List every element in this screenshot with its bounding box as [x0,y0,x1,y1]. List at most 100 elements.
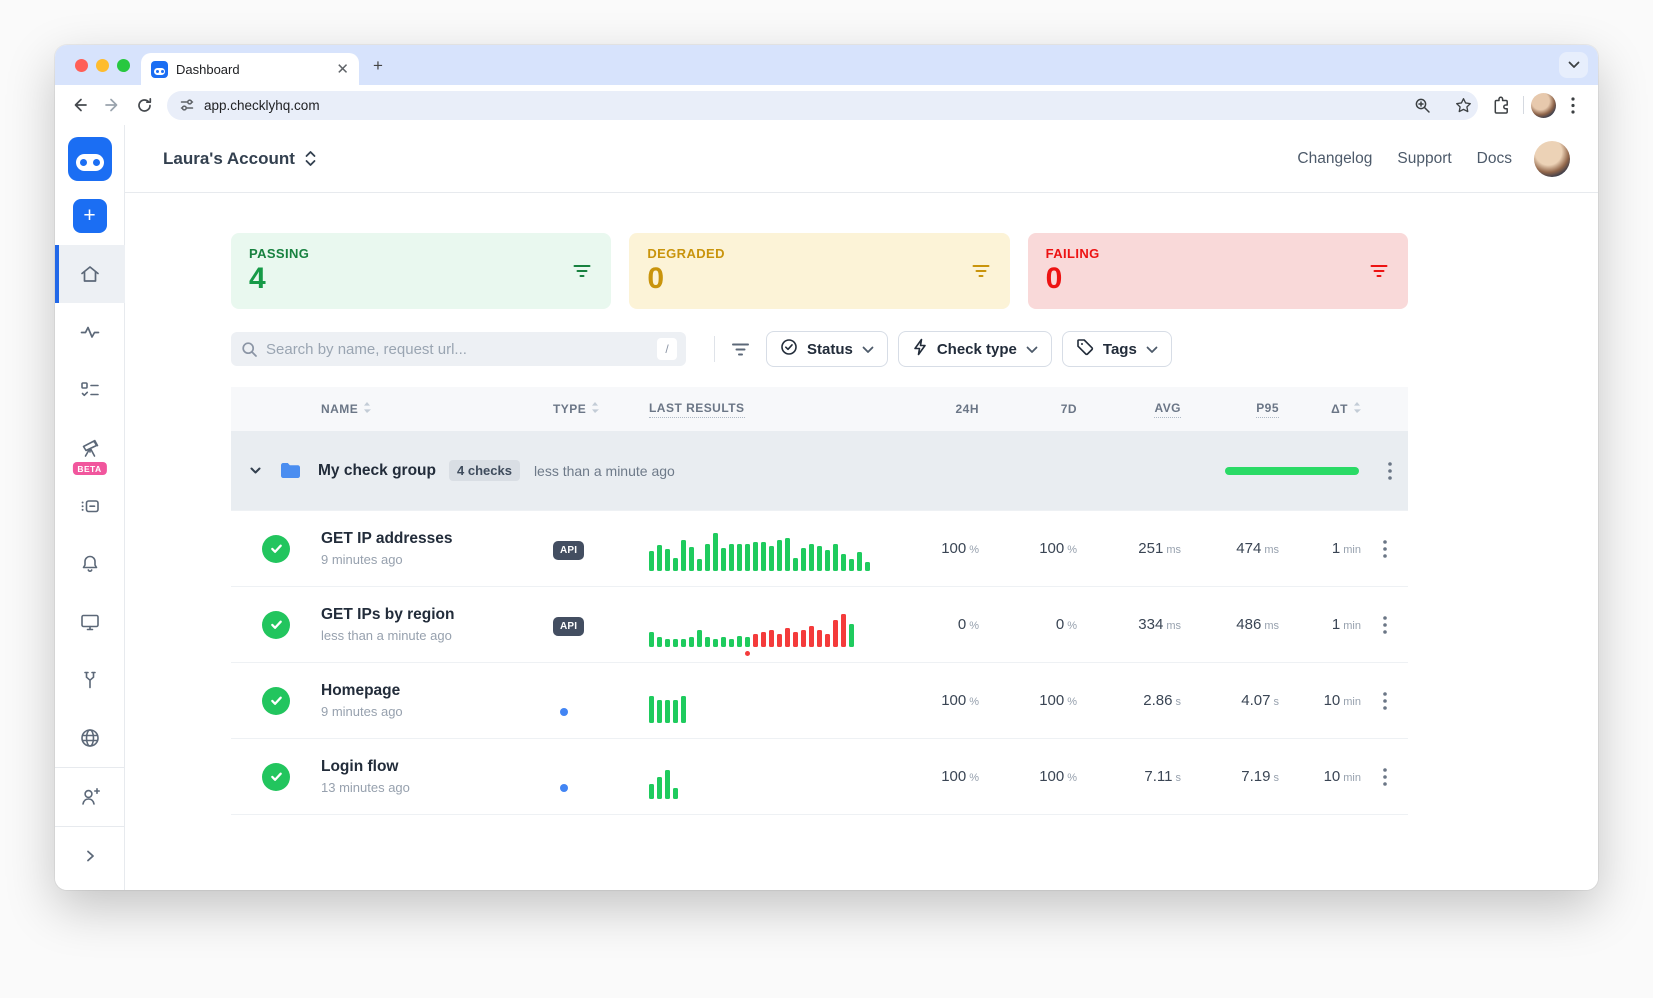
bookmark-star-icon[interactable] [1455,97,1472,114]
group-collapse-icon[interactable] [248,463,263,478]
zoom-window-button[interactable] [117,59,130,72]
column-header-24h[interactable]: 24H [901,402,979,416]
metric-value: 334 [1138,616,1163,633]
table-row-check[interactable]: Homepage9 minutes ago100%100%2.86s4.07s1… [231,662,1408,738]
column-label: LAST RESULTS [649,401,745,418]
status-circle-check-icon [780,338,798,360]
result-bar [697,559,702,571]
filter-icon[interactable] [972,264,990,283]
sidebar-item-explore-beta[interactable]: BETA [55,419,125,477]
results-sparkline[interactable] [649,755,901,799]
sidebar-item-dashboards[interactable] [55,593,125,651]
extensions-icon[interactable] [1486,90,1516,120]
sort-arrows-icon[interactable] [363,401,371,414]
filter-button-status[interactable]: Status [766,331,888,367]
result-bar [753,634,758,647]
user-avatar[interactable] [1534,141,1570,177]
globe-icon [79,727,101,749]
column-header-δt[interactable]: ΔT [1279,401,1361,417]
search-input[interactable] [266,341,649,358]
browser-window: Dashboard ✕ + app.checklyhq.com + [55,45,1598,890]
column-header-avg[interactable]: AVG [1077,401,1181,418]
status-card-degraded[interactable]: DEGRADED0 [629,233,1009,309]
column-header-type[interactable]: TYPE [553,401,649,417]
header-nav-link[interactable]: Docs [1477,150,1512,168]
create-new-button[interactable]: + [73,199,107,233]
tab-title: Dashboard [176,62,328,77]
sidebar-collapse-button[interactable] [55,827,125,885]
group-menu-icon[interactable] [1388,462,1392,485]
browser-profile-avatar[interactable] [1531,93,1556,118]
check-updated-text: 9 minutes ago [321,552,553,567]
result-bar [673,639,678,647]
browser-tab[interactable]: Dashboard ✕ [141,53,359,85]
avg-cell: 251ms [1077,540,1181,558]
table-row-check[interactable]: GET IPs by regionless than a minute agoA… [231,586,1408,662]
table-row-check[interactable]: GET IP addresses9 minutes agoAPI100%100%… [231,510,1408,586]
back-button[interactable] [65,90,95,120]
browser-menu-icon[interactable] [1558,90,1588,120]
sidebar-item-status-pages[interactable] [55,477,125,535]
check-group-row[interactable]: My check group 4 checks less than a minu… [231,431,1408,510]
sort-arrows-icon[interactable] [1353,401,1361,414]
row-menu-icon [1383,540,1387,558]
tab-search-button[interactable] [1559,52,1588,78]
name-cell[interactable]: Login flow13 minutes ago [321,758,553,795]
status-card-failing[interactable]: FAILING0 [1028,233,1408,309]
telescope-icon [79,437,101,459]
forward-button[interactable] [97,90,127,120]
name-cell[interactable]: GET IP addresses 9 minutes ago [321,530,553,567]
filter-icon[interactable] [1370,264,1388,283]
folder-icon [280,462,301,479]
checkly-logo[interactable] [68,137,112,181]
metric-unit: % [1067,696,1077,708]
site-settings-icon[interactable] [179,97,195,113]
filter-funnel-icon[interactable] [731,342,750,357]
column-header-p95[interactable]: P95 [1181,401,1279,418]
reload-button[interactable] [129,90,159,120]
results-sparkline[interactable] [649,603,901,647]
sidebar-item-invite-user[interactable] [55,768,125,826]
column-header-name[interactable]: NAME [321,401,553,417]
row-menu-button[interactable] [1361,616,1408,634]
status-cell [231,535,321,563]
search-box[interactable]: / [231,332,686,366]
results-sparkline[interactable] [649,527,901,571]
account-switcher[interactable]: Laura's Account [163,149,317,169]
results-sparkline[interactable] [649,679,901,723]
minimize-window-button[interactable] [96,59,109,72]
row-menu-button[interactable] [1361,692,1408,710]
filter-button-tags[interactable]: Tags [1062,331,1172,367]
sidebar-item-checks[interactable] [55,361,125,419]
name-cell[interactable]: GET IPs by regionless than a minute ago [321,606,553,643]
result-bar [849,624,854,647]
row-menu-button[interactable] [1361,768,1408,786]
sidebar-item-home[interactable] [55,245,125,303]
result-bar [793,558,798,571]
table-row-check[interactable]: Login flow13 minutes ago100%100%7.11s7.1… [231,738,1408,814]
check-name: GET IP addresses [321,530,553,548]
row-menu-button[interactable] [1361,540,1408,558]
new-tab-button[interactable]: + [373,57,383,74]
check-rows: GET IP addresses9 minutes agoAPI100%100%… [231,510,1408,814]
search-icon [241,341,258,358]
sort-arrows-icon[interactable] [591,401,599,414]
header-nav-link[interactable]: Changelog [1297,150,1372,168]
address-bar[interactable]: app.checklyhq.com [167,91,1478,120]
header-nav-link[interactable]: Support [1397,150,1451,168]
status-card-passing[interactable]: PASSING4 [231,233,611,309]
name-cell[interactable]: Homepage9 minutes ago [321,682,553,719]
result-bar [721,548,726,571]
filter-icon[interactable] [573,264,591,283]
tab-close-icon[interactable]: ✕ [336,62,349,77]
sidebar-item-monitoring[interactable] [55,303,125,361]
sidebar-item-alerts[interactable] [55,535,125,593]
column-header-7d[interactable]: 7D [979,402,1077,416]
filter-button-check-type[interactable]: Check type [898,331,1052,367]
sidebar-item-private-locations[interactable] [55,709,125,767]
column-label: TYPE [553,402,586,416]
column-header-last-results[interactable]: LAST RESULTS [649,401,901,418]
close-window-button[interactable] [75,59,88,72]
sidebar-item-maintenance[interactable] [55,651,125,709]
zoom-page-icon[interactable] [1414,97,1431,114]
